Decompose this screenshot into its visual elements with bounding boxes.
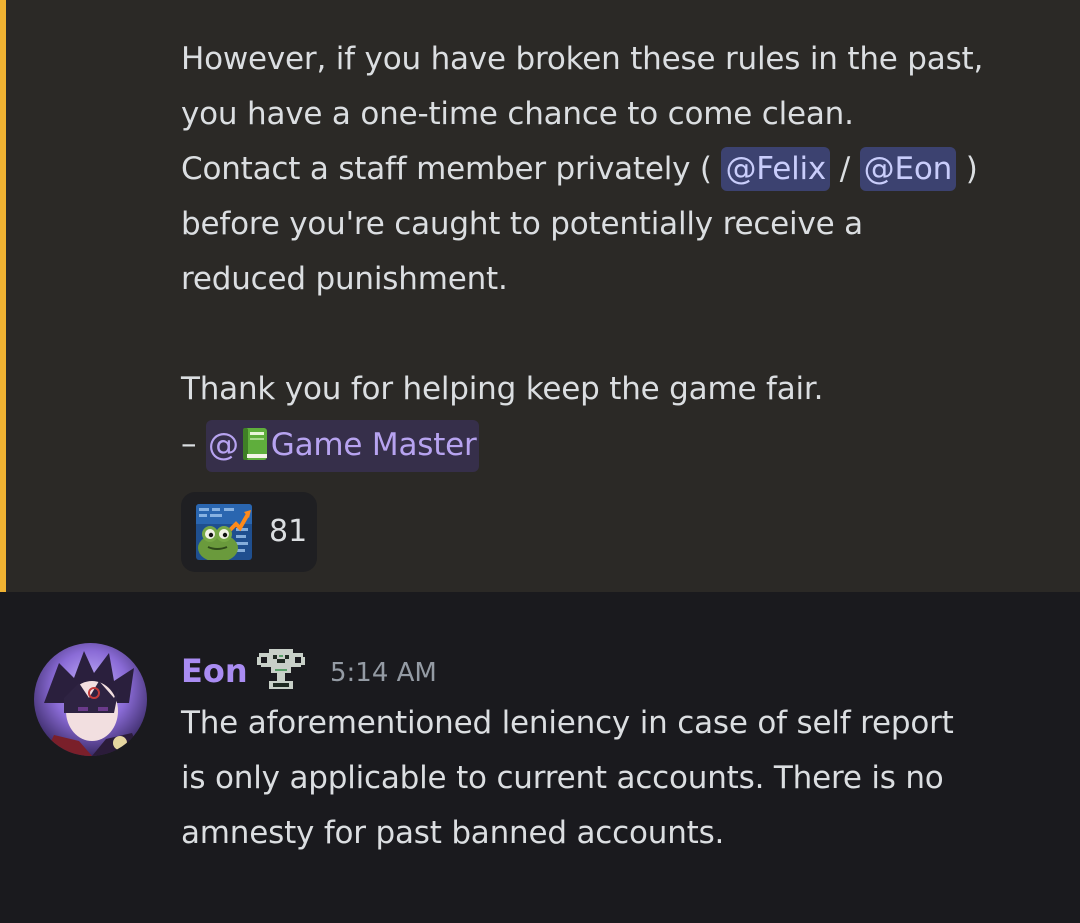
- message-content: However, if you have broken these rules …: [181, 32, 983, 472]
- timestamp: 5:14 AM: [330, 658, 437, 688]
- message-line: you have a one-time chance to come clean…: [181, 96, 854, 132]
- contact-prefix: Contact a staff member privately (: [181, 151, 722, 187]
- message-line: before you're caught to potentially rece…: [181, 206, 863, 242]
- highlight-accent-bar: [0, 0, 6, 592]
- role-mention-game-master[interactable]: @ Game Master: [205, 419, 479, 472]
- contact-suffix: ): [956, 151, 978, 187]
- message-line: amnesty for past banned accounts.: [181, 815, 725, 851]
- message-line-contact: Contact a staff member privately ( @Feli…: [181, 142, 983, 197]
- author-name[interactable]: Eon: [181, 647, 248, 695]
- user-mention-eon[interactable]: @Eon: [859, 147, 957, 191]
- trophy-icon[interactable]: [255, 643, 307, 695]
- role-at-sign: @: [207, 426, 239, 463]
- user-mention-felix[interactable]: @Felix: [721, 147, 831, 191]
- message-line: reduced punishment.: [181, 261, 508, 297]
- highlighted-message: However, if you have broken these rules …: [0, 0, 1080, 592]
- frog-stocks-emoji: [196, 504, 252, 560]
- reaction-count: 81: [269, 514, 308, 549]
- role-name: Game Master: [270, 426, 477, 463]
- mention-separator: /: [830, 151, 860, 187]
- signature-dash: –: [181, 426, 206, 462]
- message-line: However, if you have broken these rules …: [181, 41, 984, 77]
- message-line: Thank you for helping keep the game fair…: [181, 371, 824, 407]
- green-book-icon: [241, 426, 269, 460]
- avatar[interactable]: [34, 643, 147, 756]
- message-line: The aforementioned leniency in case of s…: [181, 705, 954, 741]
- reaction-button[interactable]: 81: [181, 492, 317, 572]
- message-content: The aforementioned leniency in case of s…: [181, 696, 954, 861]
- message-line: is only applicable to current accounts. …: [181, 760, 944, 796]
- signature-line: – @ Game Master: [181, 417, 983, 472]
